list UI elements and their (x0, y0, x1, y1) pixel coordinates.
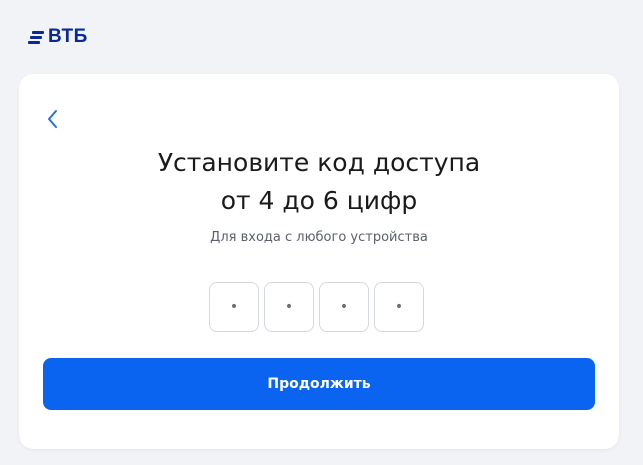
vtb-logo-icon (28, 30, 44, 44)
back-button[interactable] (41, 106, 65, 132)
pin-cell-3[interactable]: • (319, 282, 369, 332)
pin-cell-2[interactable]: • (264, 282, 314, 332)
passcode-card: Установите код доступа от 4 до 6 цифр Дл… (19, 74, 619, 449)
page-title: Установите код доступа от 4 до 6 цифр (19, 144, 619, 220)
title-line-2: от 4 до 6 цифр (220, 186, 418, 215)
pin-cell-1[interactable]: • (209, 282, 259, 332)
vtb-logo: ВТБ (28, 26, 88, 48)
subtitle: Для входа с любого устройства (210, 230, 428, 245)
chevron-left-icon (48, 110, 57, 128)
pin-cell-4[interactable]: • (374, 282, 424, 332)
continue-button[interactable]: Продолжить (43, 358, 595, 410)
title-line-1: Установите код доступа (157, 148, 481, 177)
pin-input-group: • • • • (209, 282, 424, 332)
brand-name: ВТБ (48, 26, 88, 47)
